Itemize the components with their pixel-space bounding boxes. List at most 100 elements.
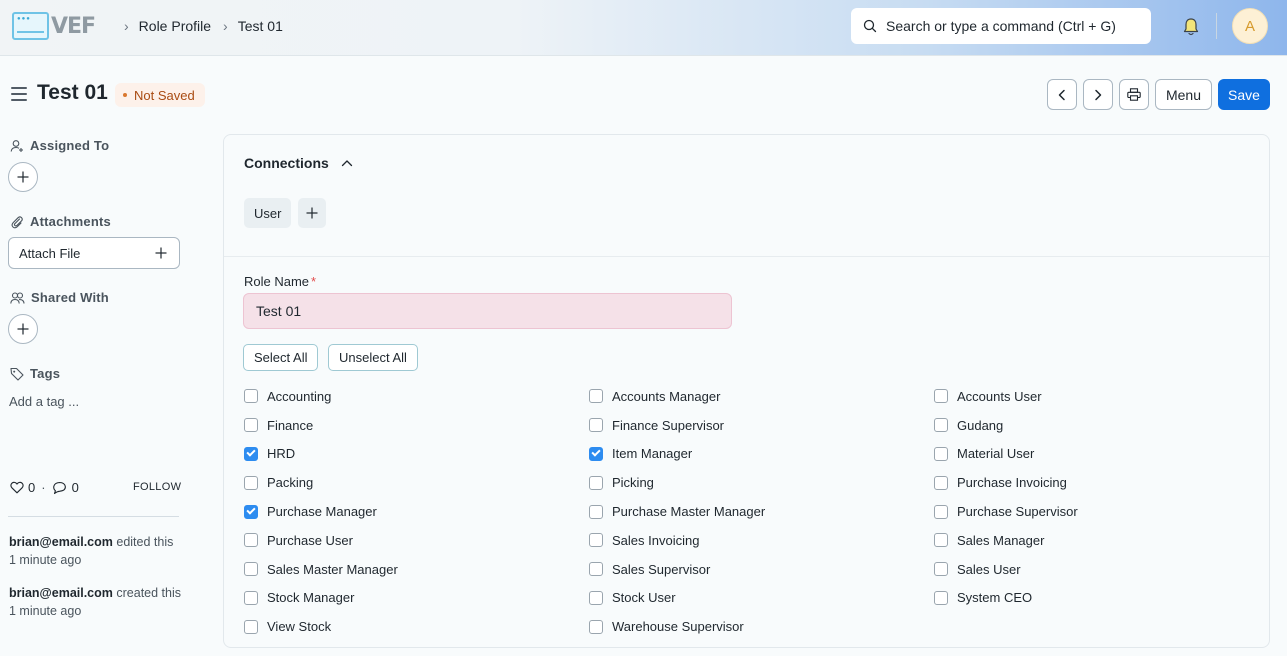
- role-checkbox-item[interactable]: Accounts Manager: [589, 382, 934, 411]
- checkbox[interactable]: [589, 562, 603, 577]
- breadcrumb-current[interactable]: Test 01: [238, 18, 283, 34]
- assign-add-button[interactable]: [8, 162, 38, 192]
- next-button[interactable]: [1083, 79, 1113, 110]
- role-checkbox-item[interactable]: Stock User: [589, 584, 934, 613]
- activity-user[interactable]: brian@email.com: [9, 535, 113, 549]
- save-button[interactable]: Save: [1218, 79, 1270, 110]
- checkbox[interactable]: [244, 619, 258, 634]
- role-checkbox-item[interactable]: Purchase Manager: [244, 497, 589, 526]
- comments-count: 0: [71, 480, 79, 495]
- checkbox[interactable]: [589, 418, 603, 433]
- activity-action: created this: [116, 586, 181, 600]
- checkbox[interactable]: [244, 475, 258, 490]
- checkbox[interactable]: [244, 562, 258, 577]
- role-checkbox-item[interactable]: Warehouse Supervisor: [589, 612, 934, 641]
- assigned-to-label: Assigned To: [10, 138, 109, 153]
- chevron-right-icon: ›: [124, 18, 129, 34]
- role-checkbox-item[interactable]: System CEO: [934, 584, 1264, 613]
- role-checkbox-item[interactable]: Finance Supervisor: [589, 411, 934, 440]
- checkbox[interactable]: [934, 418, 948, 433]
- chevron-up-icon: [341, 160, 352, 167]
- checkbox-checked[interactable]: [244, 446, 258, 461]
- checkbox[interactable]: [589, 619, 603, 634]
- checkbox[interactable]: [244, 389, 258, 404]
- likes-comments: 0 · 0: [10, 480, 79, 495]
- previous-button[interactable]: [1047, 79, 1077, 110]
- role-checkbox-item[interactable]: View Stock: [244, 612, 589, 641]
- add-tag-link[interactable]: Add a tag ...: [9, 394, 79, 409]
- role-checkbox-item[interactable]: Gudang: [934, 411, 1264, 440]
- role-label: Purchase Manager: [267, 504, 377, 520]
- role-label: Picking: [612, 475, 654, 491]
- role-label: Purchase Master Manager: [612, 504, 766, 520]
- unselect-all-button[interactable]: Unselect All: [328, 344, 418, 371]
- checkbox[interactable]: [934, 446, 948, 461]
- role-checkbox-item[interactable]: Stock Manager: [244, 584, 589, 613]
- role-checkbox-item[interactable]: Purchase Supervisor: [934, 497, 1264, 526]
- connections-header[interactable]: Connections: [244, 155, 353, 171]
- chevron-right-icon: ›: [223, 18, 228, 34]
- paperclip-icon: [11, 215, 23, 228]
- menu-button[interactable]: Menu: [1155, 79, 1212, 110]
- avatar[interactable]: A: [1232, 8, 1268, 44]
- checkbox-checked[interactable]: [244, 504, 258, 519]
- bell-icon[interactable]: [1182, 17, 1200, 40]
- role-label: Finance Supervisor: [612, 417, 724, 433]
- attach-file-button[interactable]: Attach File: [8, 237, 180, 269]
- role-checkbox-item[interactable]: Sales Invoicing: [589, 526, 934, 555]
- print-button[interactable]: [1119, 79, 1149, 110]
- activity-time: 1 minute ago: [9, 553, 82, 567]
- likes-count: 0: [28, 480, 36, 495]
- comment-icon[interactable]: [52, 481, 67, 495]
- plus-icon: [155, 247, 167, 259]
- checkbox[interactable]: [934, 533, 948, 548]
- role-checkbox-item[interactable]: Sales Manager: [934, 526, 1264, 555]
- checkbox[interactable]: [934, 590, 948, 605]
- search-icon: [863, 19, 877, 33]
- checkbox[interactable]: [589, 533, 603, 548]
- role-checkbox-item[interactable]: HRD: [244, 440, 589, 469]
- printer-icon: [1127, 88, 1141, 101]
- checkbox[interactable]: [934, 562, 948, 577]
- select-all-button[interactable]: Select All: [243, 344, 319, 371]
- checkbox[interactable]: [244, 418, 258, 433]
- role-checkbox-item[interactable]: Material User: [934, 440, 1264, 469]
- activity-item: brian@email.com edited this 1 minute ago: [9, 533, 184, 569]
- role-checkbox-item[interactable]: Sales Master Manager: [244, 555, 589, 584]
- role-checkbox-item[interactable]: Purchase Master Manager: [589, 497, 934, 526]
- role-checkbox-item[interactable]: Finance: [244, 411, 589, 440]
- role-checkbox-item[interactable]: Purchase Invoicing: [934, 468, 1264, 497]
- share-add-button[interactable]: [8, 314, 38, 344]
- role-checkbox-item[interactable]: Sales Supervisor: [589, 555, 934, 584]
- checkbox[interactable]: [244, 590, 258, 605]
- checkbox[interactable]: [589, 590, 603, 605]
- role-name-input[interactable]: [243, 293, 732, 329]
- activity-user[interactable]: brian@email.com: [9, 586, 113, 600]
- checkbox[interactable]: [934, 475, 948, 490]
- follow-button[interactable]: FOLLOW: [133, 481, 181, 493]
- add-connection-button[interactable]: [298, 198, 326, 228]
- breadcrumb-role-profile[interactable]: Role Profile: [139, 18, 211, 34]
- checkbox[interactable]: [589, 389, 603, 404]
- role-checkbox-item[interactable]: Picking: [589, 468, 934, 497]
- role-label: Purchase User: [267, 532, 353, 548]
- logo-text: VEF: [51, 13, 96, 39]
- checkbox[interactable]: [244, 533, 258, 548]
- connection-user-chip[interactable]: User: [244, 198, 292, 228]
- role-checkbox-item[interactable]: Sales User: [934, 555, 1264, 584]
- checkbox[interactable]: [934, 389, 948, 404]
- heart-icon[interactable]: [10, 481, 24, 494]
- role-checkbox-item[interactable]: Accounting: [244, 382, 589, 411]
- role-checkbox-item[interactable]: Item Manager: [589, 440, 934, 469]
- search-bar[interactable]: Search or type a command (Ctrl + G): [851, 8, 1151, 44]
- role-label: View Stock: [267, 619, 332, 635]
- app-logo[interactable]: ●●● VEF: [12, 12, 96, 40]
- checkbox[interactable]: [589, 475, 603, 490]
- checkbox-checked[interactable]: [589, 446, 603, 461]
- hamburger-icon[interactable]: [11, 87, 27, 105]
- role-checkbox-item[interactable]: Packing: [244, 468, 589, 497]
- checkbox[interactable]: [934, 504, 948, 519]
- checkbox[interactable]: [589, 504, 603, 519]
- role-checkbox-item[interactable]: Accounts User: [934, 382, 1264, 411]
- role-checkbox-item[interactable]: Purchase User: [244, 526, 589, 555]
